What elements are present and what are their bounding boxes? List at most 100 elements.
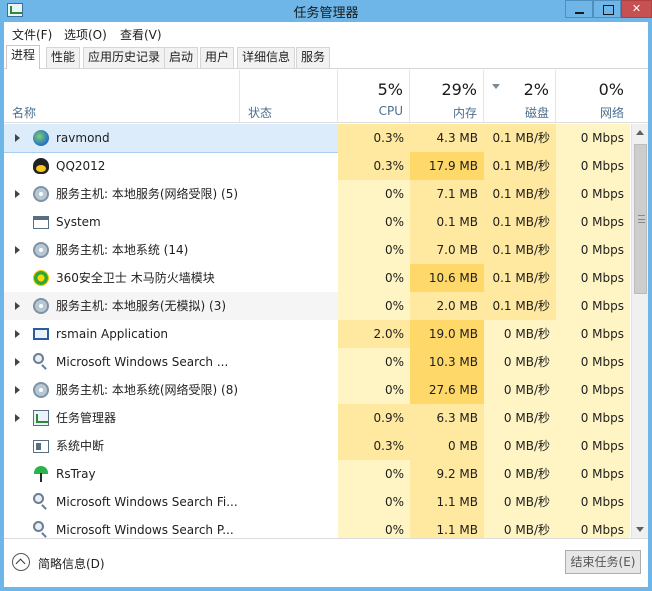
process-disk-cell: 0 MB/秒 (484, 460, 556, 488)
table-row[interactable]: Microsoft Windows Search Fi... 0% 1.1 MB 0 … (4, 488, 630, 516)
process-status-cell (240, 208, 338, 236)
task-manager-icon (33, 410, 49, 426)
end-task-button[interactable]: 结束任务(E) (565, 550, 641, 574)
menu-view[interactable]: 查看(V) (120, 26, 162, 43)
process-name: rsmain Application (56, 327, 169, 341)
process-name-cell: ravmond (4, 124, 240, 152)
process-memory-cell: 0.1 MB (410, 208, 484, 236)
process-network-cell: 0 Mbps (556, 152, 630, 180)
tab-strip: 进程 性能 应用历史记录 启动 用户 详细信息 服务 (4, 45, 648, 69)
expand-arrow-icon[interactable] (15, 358, 20, 366)
table-row[interactable]: Microsoft Windows Search P... 0% 1.1 MB 0 M… (4, 516, 630, 538)
process-cpu-cell: 0.3% (338, 152, 410, 180)
close-button[interactable]: ✕ (621, 0, 652, 18)
vertical-scrollbar[interactable] (631, 124, 648, 538)
column-memory[interactable]: 29% 内存 (410, 70, 484, 122)
process-name: Microsoft Windows Search P... (56, 523, 234, 537)
scrollbar-thumb[interactable] (634, 144, 647, 294)
tab-processes[interactable]: 进程 (6, 45, 41, 69)
table-row[interactable]: 360安全卫士 木马防火墙模块 0% 10.6 MB 0.1 MB/秒 0 Mbps (4, 264, 630, 292)
process-name-cell: 任务管理器 (4, 404, 240, 432)
process-network-cell: 0 Mbps (556, 292, 630, 320)
process-name: 服务主机: 本地系统(网络受限) (8) (56, 383, 239, 397)
title-bar[interactable]: 任务管理器 ✕ (0, 0, 652, 22)
tab-details[interactable]: 详细信息 (237, 47, 296, 68)
network-total-percent: 0% (598, 80, 624, 99)
process-status-cell (240, 236, 338, 264)
process-cpu-cell: 0% (338, 208, 410, 236)
column-network[interactable]: 0% 网络 (556, 70, 630, 122)
expand-arrow-icon[interactable] (15, 302, 20, 310)
process-memory-cell: 2.0 MB (410, 292, 484, 320)
scroll-down-arrow-icon[interactable] (632, 521, 649, 538)
table-row[interactable]: QQ2012 0.3% 17.9 MB 0.1 MB/秒 0 Mbps (4, 152, 630, 180)
process-name: ravmond (56, 131, 110, 145)
process-name: 360安全卫士 木马防火墙模块 (56, 271, 215, 285)
process-cpu-cell: 0% (338, 348, 410, 376)
column-disk[interactable]: 2% 磁盘 (484, 70, 556, 122)
expand-arrow-icon[interactable] (15, 190, 20, 198)
table-row[interactable]: 服务主机: 本地服务(无模拟) (3) 0% 2.0 MB 0.1 MB/秒 0 Mbp… (4, 292, 630, 320)
search-user-icon (33, 521, 44, 532)
process-name-cell: 服务主机: 本地服务(网络受限) (5) (4, 180, 240, 208)
column-name[interactable]: 名称 (4, 70, 240, 122)
menu-options[interactable]: 选项(O) (64, 26, 107, 43)
tab-performance[interactable]: 性能 (46, 47, 81, 68)
process-name: 系统中断 (56, 439, 105, 453)
column-cpu[interactable]: 5% CPU (338, 70, 410, 122)
table-row[interactable]: 服务主机: 本地系统(网络受限) (8) 0% 27.6 MB 0 MB/秒 0 Mbp… (4, 376, 630, 404)
table-row[interactable]: 服务主机: 本地服务(网络受限) (5) 0% 7.1 MB 0.1 MB/秒 0 Mb… (4, 180, 630, 208)
table-row[interactable]: System 0% 0.1 MB 0.1 MB/秒 0 Mbps (4, 208, 630, 236)
table-row[interactable]: RsTray 0% 9.2 MB 0 MB/秒 0 Mbps (4, 460, 630, 488)
tab-services[interactable]: 服务 (296, 47, 331, 68)
chevron-up-circle-icon[interactable] (12, 553, 30, 571)
tab-app-history[interactable]: 应用历史记录 (83, 47, 166, 68)
client-area: 文件(F) 选项(O) 查看(V) 进程 性能 应用历史记录 启动 用户 详细信… (4, 22, 648, 587)
column-status[interactable]: 状态 (240, 70, 338, 122)
process-network-cell: 0 Mbps (556, 460, 630, 488)
process-name: RsTray (56, 467, 96, 481)
expand-arrow-icon[interactable] (15, 246, 20, 254)
process-cpu-cell: 0% (338, 180, 410, 208)
process-name-cell: 服务主机: 本地服务(无模拟) (3) (4, 292, 240, 320)
menu-file[interactable]: 文件(F) (12, 26, 52, 43)
table-row[interactable]: 任务管理器 0.9% 6.3 MB 0 MB/秒 0 Mbps (4, 404, 630, 432)
expand-arrow-icon[interactable] (15, 386, 20, 394)
scroll-up-arrow-icon[interactable] (632, 124, 649, 141)
process-name-cell: 服务主机: 本地系统 (14) (4, 236, 240, 264)
tab-users[interactable]: 用户 (200, 47, 235, 68)
table-row[interactable]: 系统中断 0.3% 0 MB 0 MB/秒 0 Mbps (4, 432, 630, 460)
fewer-details-link[interactable]: 简略信息(D) (38, 555, 105, 572)
footer-bar: 简略信息(D) 结束任务(E) (4, 538, 648, 587)
sort-descending-icon (492, 84, 500, 89)
expand-arrow-icon[interactable] (15, 330, 20, 338)
interrupt-icon (33, 440, 49, 453)
table-row[interactable]: 服务主机: 本地系统 (14) 0% 7.0 MB 0.1 MB/秒 0 Mbps (4, 236, 630, 264)
table-row[interactable]: Microsoft Windows Search ... 0% 10.3 MB 0 M… (4, 348, 630, 376)
process-memory-cell: 6.3 MB (410, 404, 484, 432)
minimize-button[interactable] (565, 0, 593, 18)
process-network-cell: 0 Mbps (556, 236, 630, 264)
process-cpu-cell: 0% (338, 264, 410, 292)
umbrella-icon (33, 466, 49, 482)
process-disk-cell: 0 MB/秒 (484, 320, 556, 348)
table-row[interactable]: ravmond 0.3% 4.3 MB 0.1 MB/秒 0 Mbps (4, 124, 630, 153)
process-name: Microsoft Windows Search ... (56, 355, 229, 369)
process-disk-cell: 0.1 MB/秒 (484, 264, 556, 292)
process-name-cell: RsTray (4, 460, 240, 488)
expand-arrow-icon[interactable] (15, 414, 20, 422)
expand-arrow-icon[interactable] (15, 134, 20, 142)
maximize-button[interactable] (593, 0, 621, 18)
process-cpu-cell: 0% (338, 376, 410, 404)
app-window-icon (33, 328, 49, 340)
process-status-cell (240, 320, 338, 348)
process-memory-cell: 19.0 MB (410, 320, 484, 348)
process-name: 服务主机: 本地系统 (14) (56, 243, 189, 257)
process-name-cell: 服务主机: 本地系统(网络受限) (8) (4, 376, 240, 404)
process-memory-cell: 7.1 MB (410, 180, 484, 208)
search-user-icon (33, 493, 44, 504)
table-row[interactable]: rsmain Application 2.0% 19.0 MB 0 MB/秒 0 Mbp… (4, 320, 630, 348)
tab-startup[interactable]: 启动 (164, 47, 199, 68)
process-disk-cell: 0 MB/秒 (484, 432, 556, 460)
process-cpu-cell: 0% (338, 516, 410, 538)
